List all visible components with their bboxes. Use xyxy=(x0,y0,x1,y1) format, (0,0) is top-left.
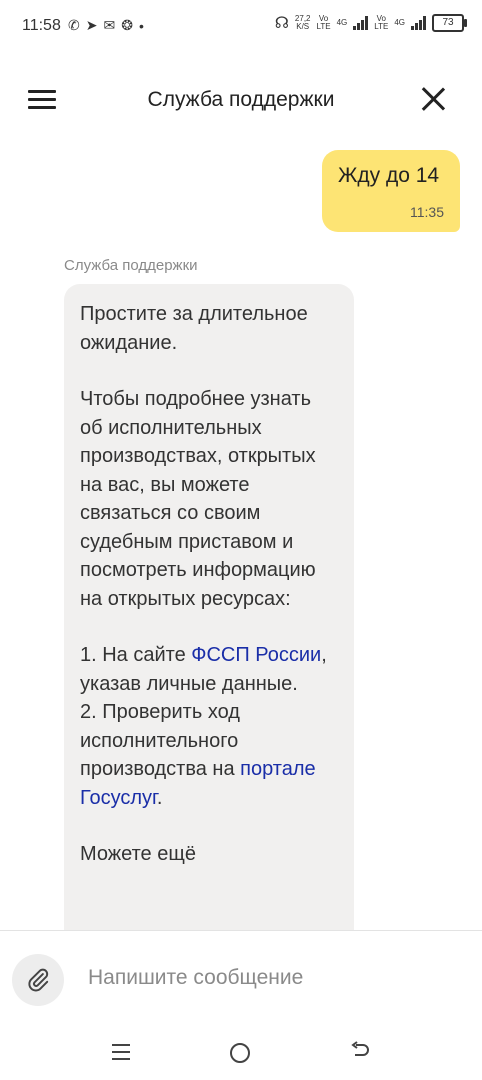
message-paragraph: Чтобы подробнее узнать об исполнительных… xyxy=(80,388,316,610)
sender-name: Служба поддержки xyxy=(64,257,198,274)
sim2-volte-label: Vo LTE xyxy=(374,14,389,31)
fssp-link[interactable]: ФССП России xyxy=(191,644,321,666)
network-speed: 27,2 K/S xyxy=(294,14,311,31)
sim1-volte-label: Vo LTE xyxy=(316,14,331,31)
mail-icon: ✉ xyxy=(103,17,116,33)
more-dot-icon: • xyxy=(138,17,144,34)
message-time: 11:35 xyxy=(410,204,444,220)
status-bar: 11:58 ✆ ➤ ✉ ❂ • ☊ 27,2 K/S Vo LTE 4G Vo … xyxy=(0,0,482,54)
list-item: 1. На сайте ФССП России, указав личные д… xyxy=(80,644,327,695)
paperclip-icon xyxy=(28,968,49,992)
telegram-icon: ➤ xyxy=(85,17,98,33)
sim2-signal-icon xyxy=(411,16,426,30)
list-item: 2. Проверить ход исполнительного произво… xyxy=(80,701,316,809)
message-paragraph: Простите за длительное ожидание. xyxy=(80,303,308,354)
attach-button[interactable] xyxy=(12,954,64,1006)
notification-icons: ✆ ➤ ✉ ❂ • xyxy=(68,17,144,34)
incoming-message[interactable]: Простите за длительное ожидание. Чтобы п… xyxy=(64,284,354,930)
recent-apps-button[interactable] xyxy=(108,1039,138,1065)
headphones-icon: ☊ xyxy=(274,15,289,32)
status-right: ☊ 27,2 K/S Vo LTE 4G Vo LTE 4G 73 xyxy=(274,13,467,33)
chat-header: Служба поддержки xyxy=(0,72,482,132)
message-composer xyxy=(0,930,482,1026)
message-paragraph: Можете ещё xyxy=(80,843,196,865)
chat-messages[interactable]: Жду до 14 11:35 Служба поддержки Простит… xyxy=(0,140,482,930)
close-button[interactable] xyxy=(420,86,446,112)
sim2-network-type: 4G xyxy=(394,18,405,27)
message-input[interactable] xyxy=(86,959,460,997)
back-icon xyxy=(351,1041,369,1056)
system-nav-bar xyxy=(0,1025,482,1080)
page-title: Служба поддержки xyxy=(147,88,335,111)
home-button[interactable] xyxy=(226,1039,256,1065)
whatsapp-icon: ✆ xyxy=(68,17,80,33)
message-text: Жду до 14 xyxy=(338,164,440,187)
status-time: 11:58 xyxy=(22,17,61,34)
outgoing-message[interactable]: Жду до 14 11:35 xyxy=(322,150,460,232)
battery-icon: 73 xyxy=(432,14,467,32)
sim1-network-type: 4G xyxy=(336,18,348,27)
app-icon: ❂ xyxy=(121,17,133,33)
sim1-signal-icon xyxy=(353,16,369,30)
back-button[interactable] xyxy=(348,1039,378,1065)
